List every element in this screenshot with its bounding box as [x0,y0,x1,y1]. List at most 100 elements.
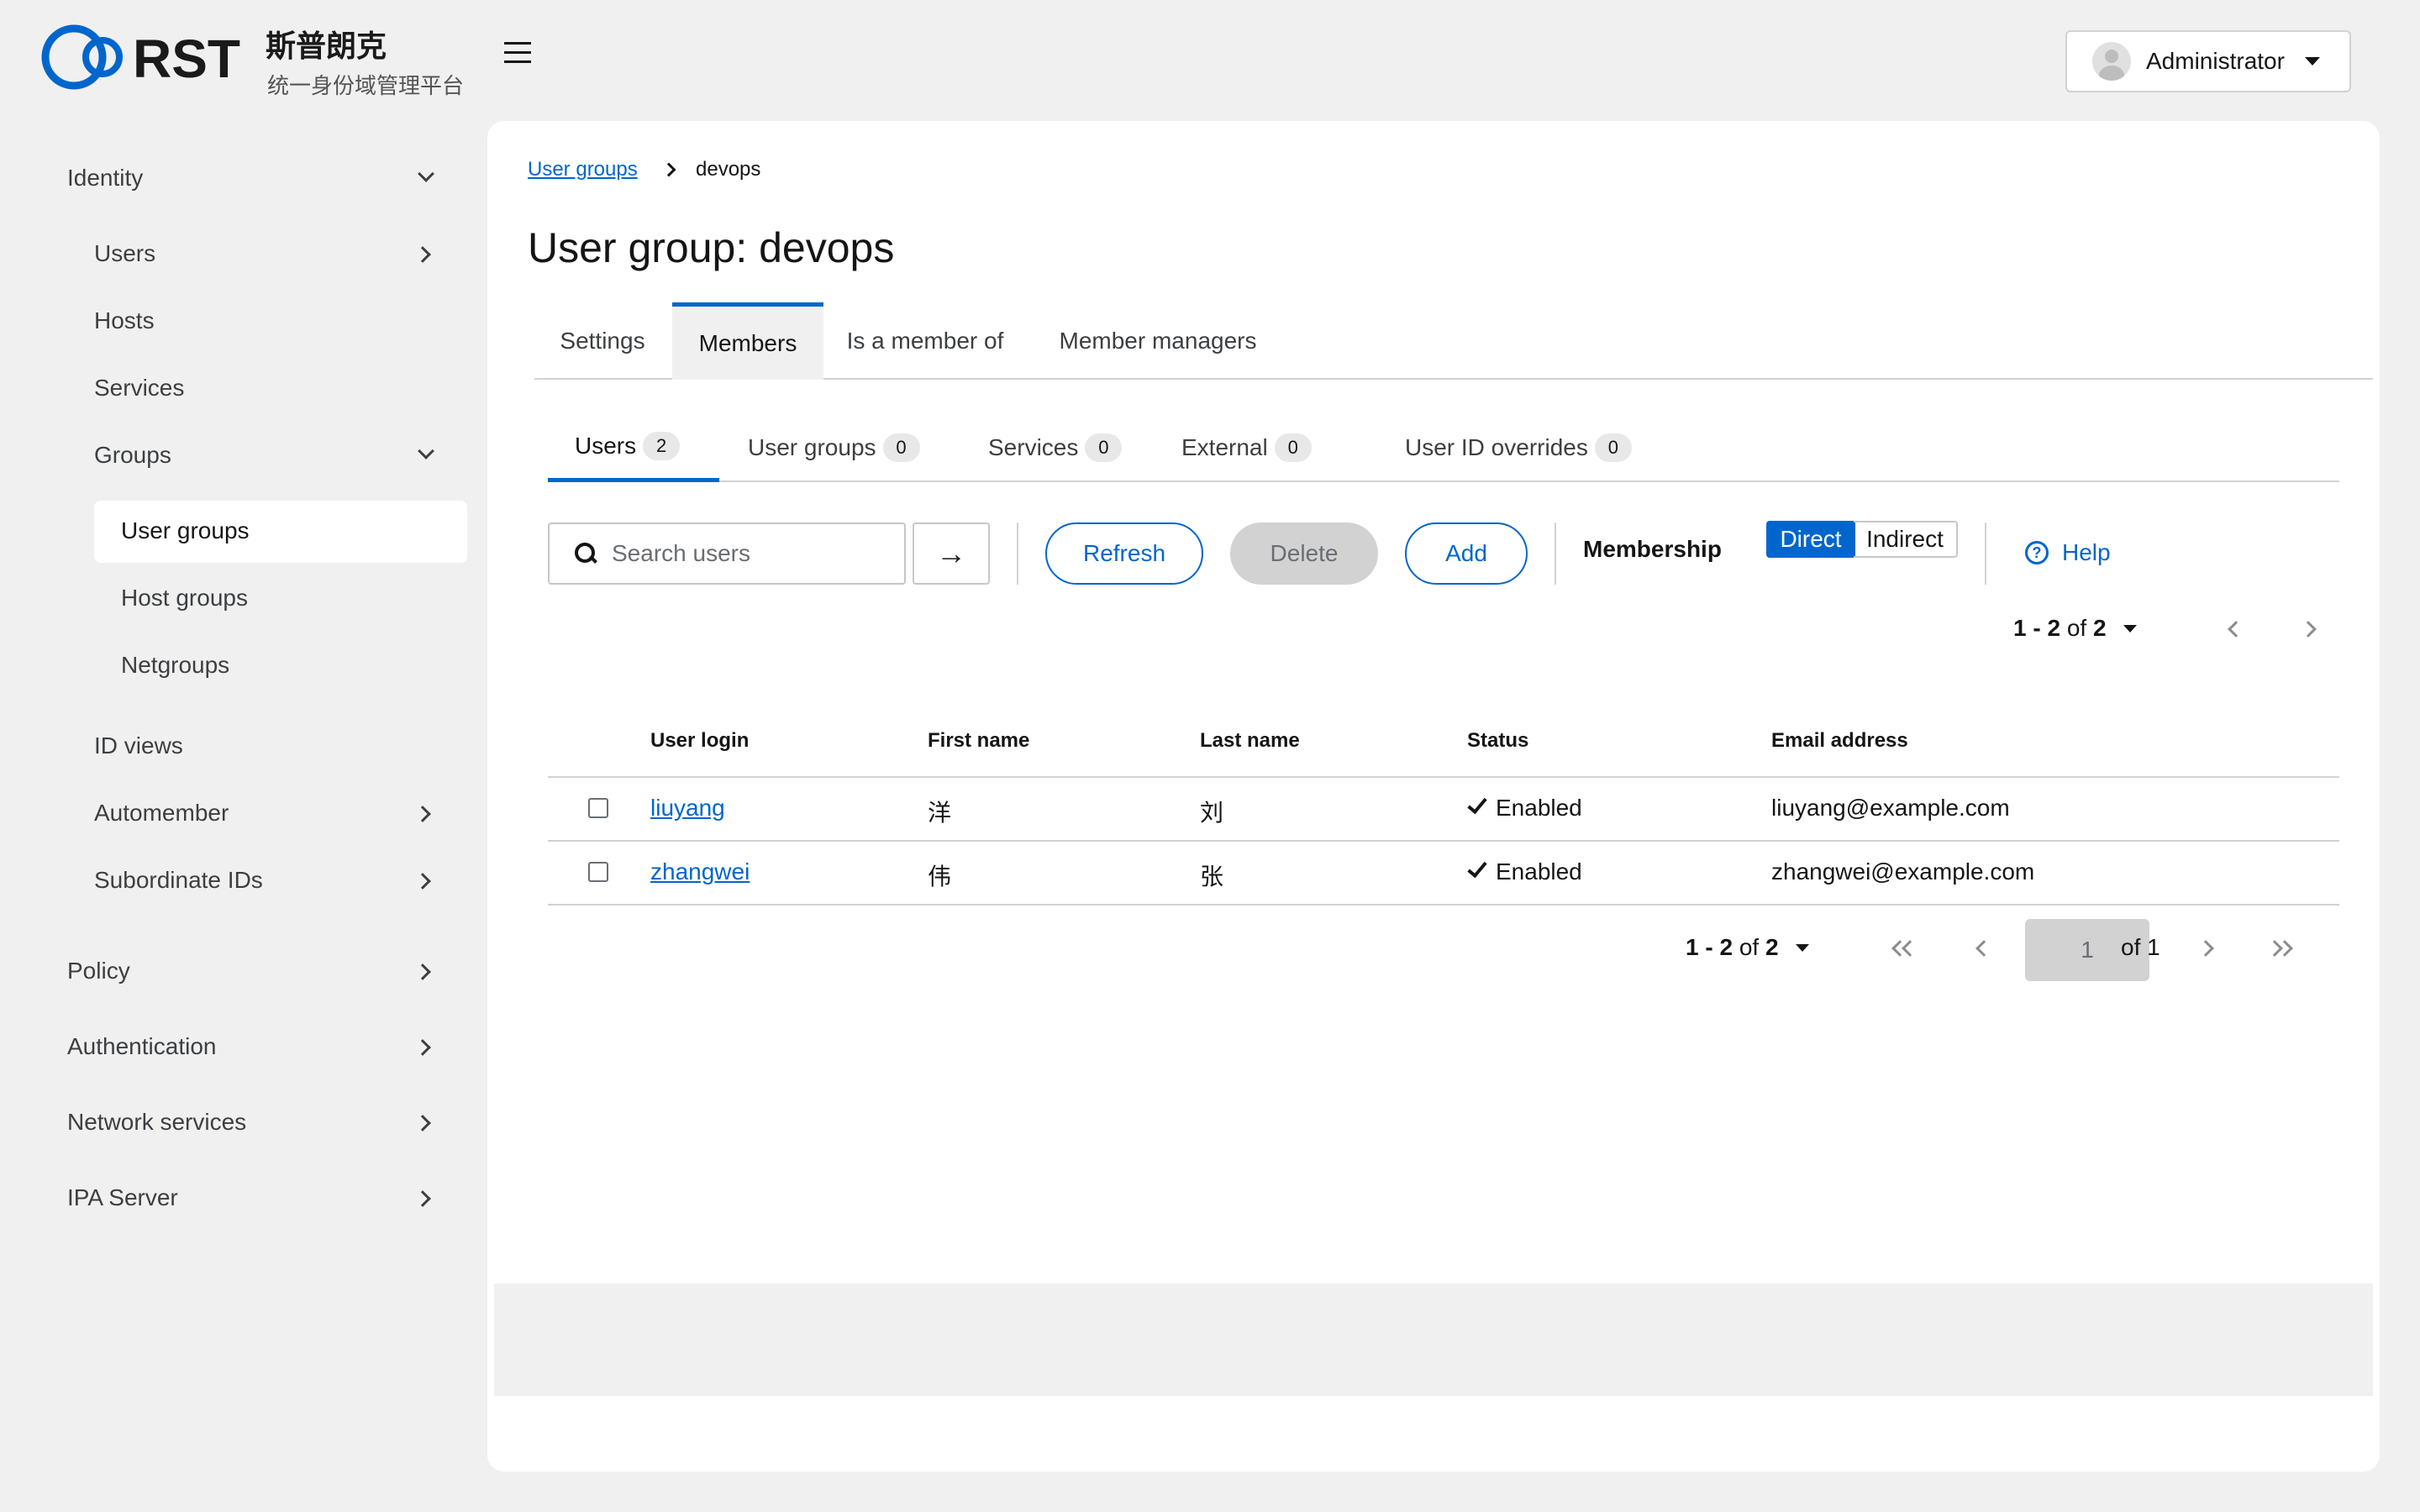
user-menu-dropdown[interactable]: Administrator [2065,30,2351,92]
user-login-link[interactable]: liuyang [650,795,725,822]
subtab-label: Users [575,432,637,459]
subtab-label: User groups [748,434,876,460]
sidebar-item-users[interactable]: Users [94,240,155,267]
help-link[interactable]: ? Help [2025,539,2111,566]
chevron-right-icon [414,806,431,822]
user-name: Administrator [2146,48,2285,74]
subtab-services[interactable]: Services 0 [961,413,1149,482]
sidebar-item-hosts[interactable]: Hosts [94,307,155,334]
count-badge: 2 [643,431,681,460]
user-login-link[interactable]: zhangwei [650,858,750,885]
pagination-total: 2 [1765,934,1779,960]
tab-is-a-member-of[interactable]: Is a member of [825,302,1025,380]
pagination-total: 2 [2092,615,2107,641]
status-text: Enabled [1496,795,1582,821]
pagination-top[interactable]: 1 - 2 of 2 [2013,615,2137,642]
subtab-user-groups[interactable]: User groups 0 [721,413,947,482]
pagination-of: of [2066,615,2087,641]
breadcrumb-current: devops [696,158,761,181]
search-box[interactable] [548,522,906,585]
hamburger-menu-icon[interactable] [504,42,531,66]
sidebar-item-identity[interactable]: Identity [67,165,143,192]
caret-down-icon [1795,943,1809,952]
brand-subtitle: 统一身份域管理平台 [267,73,465,98]
breadcrumb-user-groups-link[interactable]: User groups [528,158,638,181]
subtab-label: Services [988,434,1079,460]
toolbar-divider [1017,522,1018,585]
email-cell: liuyang@example.com [1771,795,2010,821]
count-badge: 0 [1274,433,1312,462]
subtab-external[interactable]: External 0 [1155,413,1339,482]
brand-name: 斯普朗克 [266,29,387,63]
refresh-button[interactable]: Refresh [1045,522,1203,585]
sidebar-item-policy[interactable]: Policy [67,958,130,984]
search-submit-button[interactable]: → [913,522,990,585]
column-header-user-login[interactable]: User login [650,729,749,753]
membership-direct-toggle[interactable]: Direct [1766,521,1855,558]
last-name-cell: 张 [1200,864,1224,890]
check-icon [1467,857,1487,879]
pagination-range: 1 - 2 [1686,934,1733,960]
column-header-last-name[interactable]: Last name [1200,729,1300,753]
column-header-email[interactable]: Email address [1771,729,1908,753]
search-input[interactable] [612,540,889,567]
caret-down-icon [2304,57,2320,66]
chevron-right-icon [414,246,431,263]
membership-indirect-toggle[interactable]: Indirect [1854,521,1958,558]
sidebar-item-user-groups[interactable]: User groups [121,517,250,544]
first-name-cell: 伟 [928,864,952,890]
count-badge: 0 [1594,433,1632,462]
sidebar-item-services[interactable]: Services [94,375,184,402]
arrow-right-icon: → [936,536,966,570]
page-count: of 1 [2121,934,2160,960]
tab-settings[interactable]: Settings [534,302,671,380]
search-icon [575,543,597,564]
pagination-bottom[interactable]: 1 - 2 of 2 [1686,934,1809,961]
row-checkbox[interactable] [588,862,608,882]
avatar [2092,42,2131,81]
chevron-right-icon [414,1190,431,1207]
row-checkbox[interactable] [588,798,608,818]
sidebar-item-authentication[interactable]: Authentication [67,1033,216,1060]
last-name-cell: 刘 [1200,800,1224,826]
chevron-right-icon [414,1039,431,1056]
help-label: Help [2062,539,2111,565]
table-row: liuyang 洋 刘 Enabled liuyang@example.com [548,778,2339,842]
check-icon [1467,793,1487,815]
help-icon: ? [2025,541,2049,564]
subtab-label: User ID overrides [1405,434,1588,460]
svg-text:RST: RST [133,29,240,89]
status-cell: Enabled [1467,857,1582,885]
sidebar-item-ipa-server[interactable]: IPA Server [67,1184,178,1211]
sidebar-item-id-views[interactable]: ID views [94,732,183,759]
page-title: User group: devops [528,224,895,271]
status-cell: Enabled [1467,793,1582,822]
sidebar-item-host-groups[interactable]: Host groups [121,585,248,612]
delete-button[interactable]: Delete [1230,522,1378,585]
chevron-down-icon [418,165,434,182]
sidebar-item-subordinate-ids[interactable]: Subordinate IDs [94,867,263,894]
add-button[interactable]: Add [1405,522,1528,585]
subtab-user-id-overrides[interactable]: User ID overrides 0 [1378,413,1659,482]
primary-tabs: Settings Members Is a member of Member m… [534,302,2373,380]
membership-label: Membership [1583,536,1722,562]
toolbar-divider [1985,522,1986,585]
subtab-users[interactable]: Users 2 [548,413,719,482]
subtab-label: External [1181,434,1268,460]
tab-members[interactable]: Members [672,302,823,380]
column-header-status[interactable]: Status [1467,729,1528,753]
count-badge: 0 [1085,433,1123,462]
chevron-right-icon [414,1115,431,1131]
tab-member-managers[interactable]: Member managers [1039,302,1277,380]
chevron-down-icon [418,443,434,459]
sidebar-item-automember[interactable]: Automember [94,800,229,827]
member-type-tabs: Users 2 User groups 0 Services 0 Externa… [548,413,2339,482]
sidebar-item-network-services[interactable]: Network services [67,1109,246,1136]
sidebar-item-netgroups[interactable]: Netgroups [121,652,229,679]
email-cell: zhangwei@example.com [1771,858,2035,885]
first-name-cell: 洋 [928,800,952,826]
column-header-first-name[interactable]: First name [928,729,1029,753]
footer-band [494,1284,2373,1396]
sidebar-item-groups[interactable]: Groups [94,442,171,469]
pagination-of: of [1739,934,1760,960]
